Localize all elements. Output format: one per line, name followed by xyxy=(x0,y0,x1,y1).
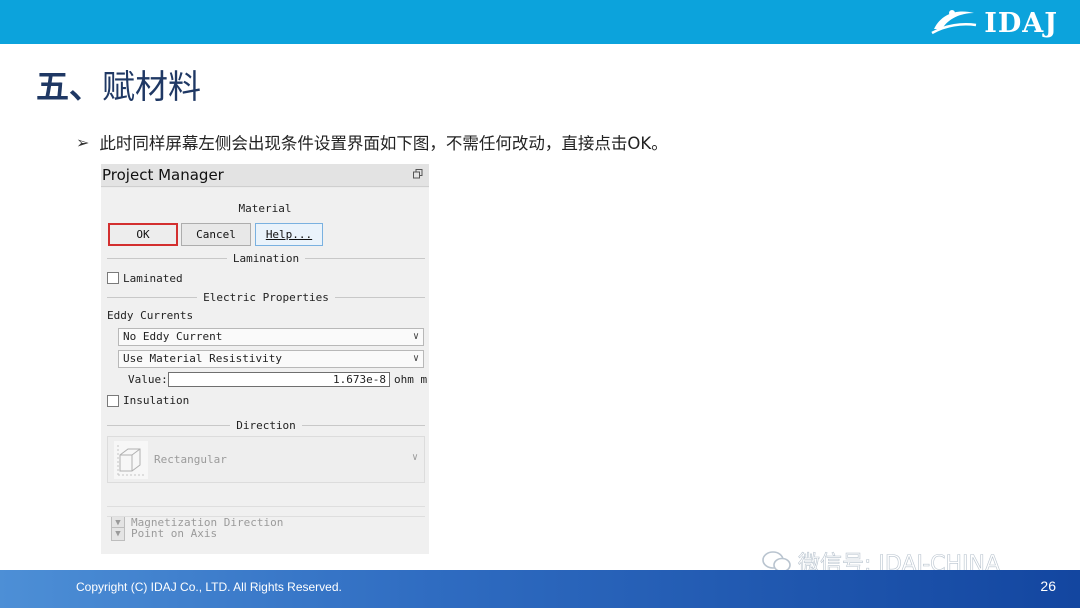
panel-title: Project Manager xyxy=(102,166,224,184)
slide-title: 五、赋材料 xyxy=(36,60,201,108)
top-banner: IDAJ xyxy=(0,0,1080,44)
coordinate-type-value: Rectangular xyxy=(154,453,227,466)
laminated-label: Laminated xyxy=(123,272,183,285)
arrow-down-icon: ▼ xyxy=(111,526,125,541)
footer-bar: Copyright (C) IDAJ Co., LTD. All Rights … xyxy=(0,570,1080,608)
logo-swoosh-icon xyxy=(931,10,977,35)
lamination-separator: Lamination xyxy=(107,252,426,265)
coordinate-system-icon xyxy=(114,441,148,479)
brand-name: IDAJ xyxy=(984,7,1058,39)
help-button[interactable]: Help... xyxy=(255,223,323,246)
eddy-current-value: No Eddy Current xyxy=(123,330,223,343)
restore-icon[interactable] xyxy=(413,169,423,179)
direction-separator: Direction xyxy=(107,419,426,432)
insulation-checkbox[interactable] xyxy=(107,395,119,407)
resistivity-select[interactable]: Use Material Resistivity ∨ xyxy=(118,350,424,368)
project-manager-panel: Project Manager Material OK Cancel Help.… xyxy=(101,164,429,554)
point-on-axis-label: Point on Axis xyxy=(131,527,218,540)
electric-separator: Electric Properties xyxy=(107,291,425,304)
insulation-text: Insulation xyxy=(123,394,190,407)
bullet-arrow-icon: ➢ xyxy=(76,132,90,152)
material-heading: Material xyxy=(238,202,292,215)
chevron-down-icon: ∨ xyxy=(412,331,419,342)
electric-header: Electric Properties xyxy=(203,291,329,304)
resistivity-value-input[interactable]: 1.673e-8 xyxy=(168,372,390,387)
value-unit: ohm m xyxy=(394,373,428,386)
chevron-down-icon: ∨ xyxy=(412,353,419,364)
eddy-current-select[interactable]: No Eddy Current ∨ xyxy=(118,328,424,346)
ok-button[interactable]: OK xyxy=(108,223,178,246)
title-prefix: 五、 xyxy=(36,67,102,106)
bullet-item: ➢ 此时同样屏幕左侧会出现条件设置界面如下图，不需任何改动，直接点击OK。 xyxy=(76,130,668,154)
bullet-text: 此时同样屏幕左侧会出现条件设置界面如下图，不需任何改动，直接点击OK。 xyxy=(99,134,668,153)
cancel-button[interactable]: Cancel xyxy=(181,223,251,246)
laminated-checkbox[interactable] xyxy=(107,272,119,284)
lamination-header: Lamination xyxy=(232,252,300,265)
chevron-down-icon: ∨ xyxy=(411,452,418,463)
copyright-text: Copyright (C) IDAJ Co., LTD. All Rights … xyxy=(76,580,342,594)
value-label: Value: xyxy=(128,373,168,386)
panel-body: Material OK Cancel Help... Lamination La… xyxy=(101,188,429,554)
resistivity-value: Use Material Resistivity xyxy=(123,352,282,365)
panel-header: Project Manager xyxy=(101,164,429,187)
help-label: Help... xyxy=(265,228,313,241)
point-on-axis-button[interactable]: ▼ Point on Axis xyxy=(107,516,425,550)
direction-header: Direction xyxy=(236,419,296,432)
coordinate-type-select[interactable]: Rectangular ∨ xyxy=(107,436,425,483)
insulation-label: Insulation xyxy=(123,394,189,407)
eddy-currents-label: Eddy Currents xyxy=(107,309,194,322)
page-number: 26 xyxy=(1040,578,1056,594)
brand-logo: IDAJ xyxy=(928,6,1058,40)
title-text: 赋材料 xyxy=(102,67,201,106)
